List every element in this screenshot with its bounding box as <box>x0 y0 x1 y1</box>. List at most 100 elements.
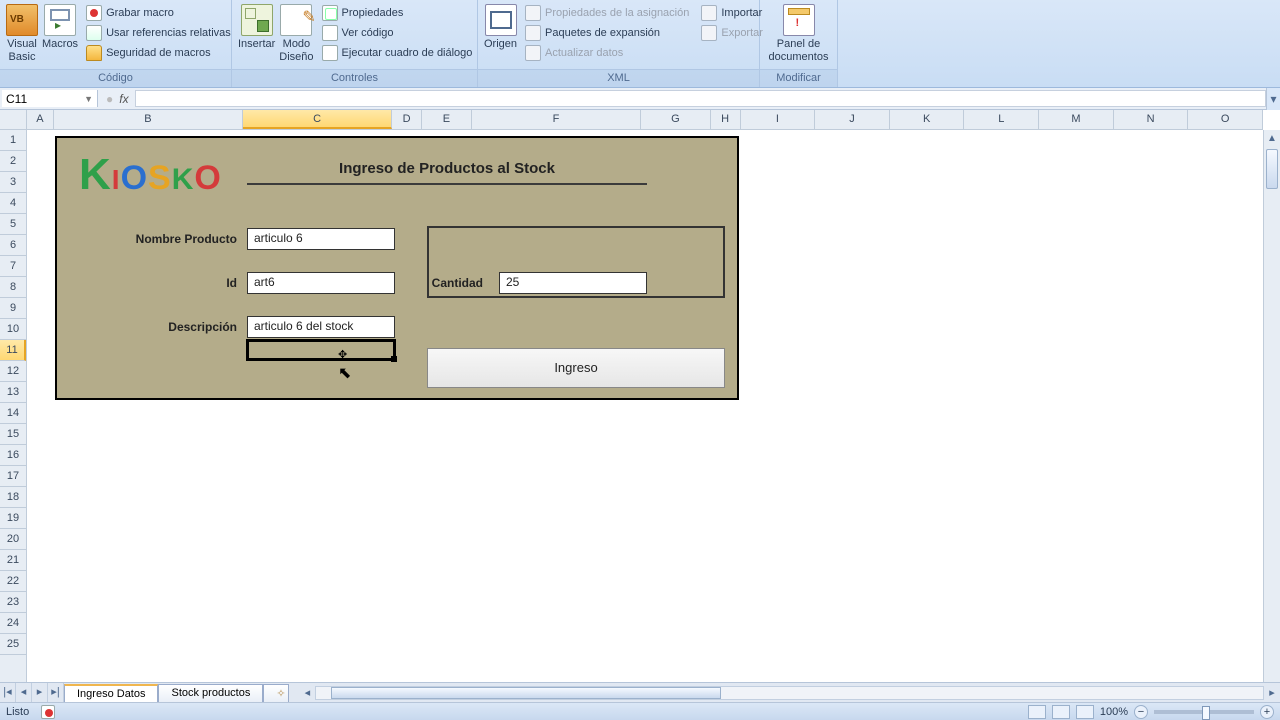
vscroll-thumb[interactable] <box>1266 149 1278 189</box>
zoom-slider[interactable] <box>1154 710 1254 714</box>
row-header-3[interactable]: 3 <box>0 172 26 193</box>
document-panel-button[interactable]: Panel de documentos <box>764 2 833 68</box>
horizontal-scrollbar[interactable]: ◂ ▸ <box>299 683 1280 702</box>
input-id[interactable]: art6 <box>247 272 395 294</box>
row-header-24[interactable]: 24 <box>0 613 26 634</box>
row-header-2[interactable]: 2 <box>0 151 26 172</box>
row-header-17[interactable]: 17 <box>0 466 26 487</box>
sheet-tab-stock-productos[interactable]: Stock productos <box>158 684 263 702</box>
vertical-scrollbar[interactable]: ▲ <box>1263 130 1280 682</box>
hscroll-left-icon[interactable]: ◂ <box>299 686 315 699</box>
column-header-D[interactable]: D <box>392 110 422 129</box>
macro-security-button[interactable]: Seguridad de macros <box>82 44 235 62</box>
tab-prev-icon[interactable]: ◂ <box>16 683 32 702</box>
column-header-I[interactable]: I <box>741 110 816 129</box>
column-headers[interactable]: ABCDEFGHIJKLMNO <box>27 110 1263 130</box>
record-status-icon[interactable] <box>41 705 55 719</box>
insert-control-button[interactable]: Insertar <box>236 2 277 68</box>
tab-first-icon[interactable]: |◂ <box>0 683 16 702</box>
fx-icon[interactable]: fx <box>119 92 128 106</box>
relative-refs-button[interactable]: Usar referencias relativas <box>82 24 235 42</box>
ingreso-button[interactable]: Ingreso <box>427 348 725 388</box>
row-header-18[interactable]: 18 <box>0 487 26 508</box>
row-header-22[interactable]: 22 <box>0 571 26 592</box>
row-header-9[interactable]: 9 <box>0 298 26 319</box>
formula-bar-input[interactable] <box>135 90 1266 107</box>
hscroll-thumb[interactable] <box>331 687 721 699</box>
column-header-K[interactable]: K <box>890 110 965 129</box>
column-header-A[interactable]: A <box>27 110 54 129</box>
sheet-tab-ingreso-datos[interactable]: Ingreso Datos <box>64 684 158 702</box>
column-header-E[interactable]: E <box>422 110 472 129</box>
column-header-G[interactable]: G <box>641 110 711 129</box>
column-header-L[interactable]: L <box>964 110 1039 129</box>
input-descripcion[interactable]: articulo 6 del stock <box>247 316 395 338</box>
properties-button[interactable]: Propiedades <box>318 4 477 22</box>
import-button[interactable]: Importar <box>697 4 767 22</box>
select-all-corner[interactable] <box>0 110 27 130</box>
row-header-10[interactable]: 10 <box>0 319 26 340</box>
row-header-23[interactable]: 23 <box>0 592 26 613</box>
row-header-25[interactable]: 25 <box>0 634 26 655</box>
row-header-5[interactable]: 5 <box>0 214 26 235</box>
new-sheet-button[interactable]: ✧ <box>263 684 289 702</box>
zoom-in-button[interactable]: + <box>1260 705 1274 719</box>
column-header-O[interactable]: O <box>1188 110 1263 129</box>
source-button[interactable]: Origen <box>482 2 519 68</box>
view-page-layout-button[interactable] <box>1052 705 1070 719</box>
row-header-8[interactable]: 8 <box>0 277 26 298</box>
column-header-N[interactable]: N <box>1114 110 1189 129</box>
column-header-B[interactable]: B <box>54 110 243 129</box>
tab-last-icon[interactable]: ▸| <box>48 683 64 702</box>
row-header-20[interactable]: 20 <box>0 529 26 550</box>
export-button: Exportar <box>697 24 767 42</box>
macros-button[interactable]: Macros <box>40 2 80 68</box>
map-properties-button: Propiedades de la asignación <box>521 4 693 22</box>
row-header-7[interactable]: 7 <box>0 256 26 277</box>
import-label: Importar <box>721 7 762 19</box>
input-cantidad[interactable]: 25 <box>499 272 647 294</box>
zoom-out-button[interactable]: − <box>1134 705 1148 719</box>
row-header-16[interactable]: 16 <box>0 445 26 466</box>
zoom-level[interactable]: 100% <box>1100 706 1128 718</box>
row-header-11[interactable]: 11 <box>0 340 26 361</box>
record-macro-button[interactable]: Grabar macro <box>82 4 235 22</box>
tab-next-icon[interactable]: ▸ <box>32 683 48 702</box>
column-header-M[interactable]: M <box>1039 110 1114 129</box>
row-header-12[interactable]: 12 <box>0 361 26 382</box>
hscroll-track[interactable] <box>315 686 1264 700</box>
column-header-H[interactable]: H <box>711 110 741 129</box>
tab-nav-buttons[interactable]: |◂ ◂ ▸ ▸| <box>0 683 64 702</box>
row-header-19[interactable]: 19 <box>0 508 26 529</box>
column-header-J[interactable]: J <box>815 110 890 129</box>
view-page-break-button[interactable] <box>1076 705 1094 719</box>
scroll-up-icon[interactable]: ▲ <box>1264 130 1280 147</box>
record-macro-label: Grabar macro <box>106 7 174 19</box>
column-header-F[interactable]: F <box>472 110 641 129</box>
view-normal-button[interactable] <box>1028 705 1046 719</box>
view-code-button[interactable]: Ver código <box>318 24 477 42</box>
cancel-formula-icon: ● <box>106 92 113 106</box>
formula-bar-expand-icon[interactable]: ▾ <box>1266 88 1280 110</box>
expansion-packs-button[interactable]: Paquetes de expansión <box>521 24 693 42</box>
row-header-1[interactable]: 1 <box>0 130 26 151</box>
row-header-4[interactable]: 4 <box>0 193 26 214</box>
row-header-21[interactable]: 21 <box>0 550 26 571</box>
row-header-13[interactable]: 13 <box>0 382 26 403</box>
design-mode-button[interactable]: Modo Diseño <box>277 2 315 68</box>
column-header-C[interactable]: C <box>243 110 392 129</box>
run-dialog-label: Ejecutar cuadro de diálogo <box>342 47 473 59</box>
status-ready: Listo <box>6 706 29 718</box>
name-box[interactable]: C11 ▼ <box>2 90 98 107</box>
input-nombre-producto[interactable]: articulo 6 <box>247 228 395 250</box>
group-label-modificar: Modificar <box>760 69 837 87</box>
visual-basic-button[interactable]: Visual Basic <box>4 2 40 68</box>
row-header-15[interactable]: 15 <box>0 424 26 445</box>
row-header-6[interactable]: 6 <box>0 235 26 256</box>
row-header-14[interactable]: 14 <box>0 403 26 424</box>
hscroll-right-icon[interactable]: ▸ <box>1264 686 1280 699</box>
run-dialog-button[interactable]: Ejecutar cuadro de diálogo <box>318 44 477 62</box>
name-box-dropdown-icon[interactable]: ▼ <box>84 94 93 104</box>
grid[interactable]: KIOSKO Ingreso de Productos al Stock Nom… <box>27 130 1263 682</box>
row-headers[interactable]: 1234567891011121314151617181920212223242… <box>0 130 27 682</box>
